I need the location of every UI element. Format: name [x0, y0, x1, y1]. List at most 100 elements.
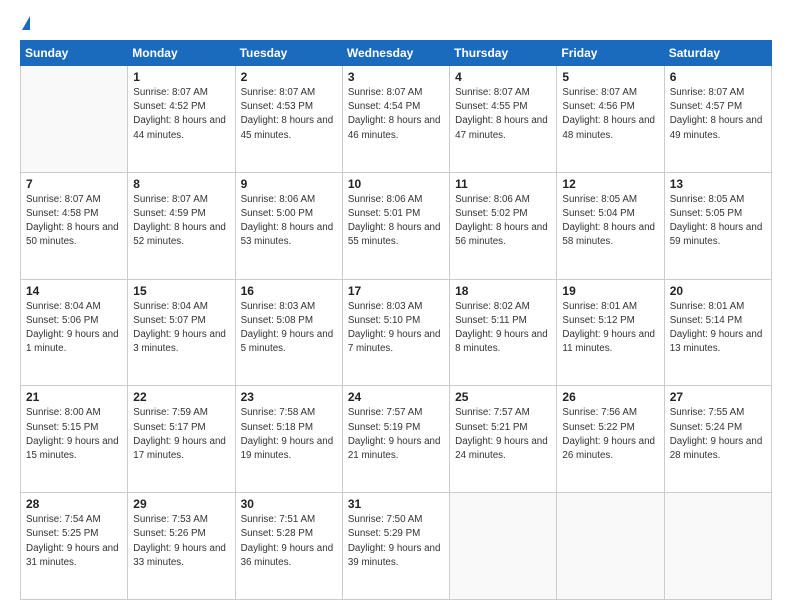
- week-row-1: 1 Sunrise: 8:07 AMSunset: 4:52 PMDaylight…: [21, 66, 772, 173]
- day-number: 19: [562, 284, 658, 298]
- col-wednesday: Wednesday: [342, 41, 449, 66]
- day-number: 20: [670, 284, 766, 298]
- day-detail: Sunrise: 8:00 AMSunset: 5:15 PMDaylight:…: [26, 406, 122, 463]
- day-detail: Sunrise: 8:07 AMSunset: 4:54 PMDaylight:…: [348, 86, 444, 143]
- day-detail: Sunrise: 8:07 AMSunset: 4:53 PMDaylight:…: [241, 86, 337, 143]
- day-detail: Sunrise: 8:04 AMSunset: 5:06 PMDaylight:…: [26, 300, 122, 357]
- day-number: 3: [348, 70, 444, 84]
- day-number: 8: [133, 177, 229, 191]
- day-cell: 17Sunrise: 8:03 AMSunset: 5:10 PMDayligh…: [342, 279, 449, 386]
- logo-triangle-icon: [22, 16, 30, 30]
- week-row-2: 7Sunrise: 8:07 AMSunset: 4:58 PMDaylight…: [21, 172, 772, 279]
- day-cell: 31 Sunrise: 7:50 AMSunset: 5:29 PMDayligh…: [342, 493, 449, 600]
- day-cell: [557, 493, 664, 600]
- day-number: 27: [670, 390, 766, 404]
- day-cell: 23Sunrise: 7:58 AMSunset: 5:18 PMDayligh…: [235, 386, 342, 493]
- day-detail: Sunrise: 8:01 AMSunset: 5:12 PMDaylight:…: [562, 300, 658, 357]
- day-number: 24: [348, 390, 444, 404]
- day-cell: 24 Sunrise: 7:57 AMSunset: 5:19 PMDayligh…: [342, 386, 449, 493]
- day-detail: Sunrise: 7:51 AMSunset: 5:28 PMDaylight:…: [241, 513, 337, 570]
- day-number: 25: [455, 390, 551, 404]
- day-detail: Sunrise: 8:07 AMSunset: 4:58 PMDaylight:…: [26, 193, 122, 250]
- header: [20, 16, 772, 30]
- day-cell: 18 Sunrise: 8:02 AMSunset: 5:11 PMDayligh…: [450, 279, 557, 386]
- day-detail: Sunrise: 7:55 AMSunset: 5:24 PMDaylight:…: [670, 406, 766, 463]
- day-cell: 26 Sunrise: 7:56 AMSunset: 5:22 PMDayligh…: [557, 386, 664, 493]
- week-row-5: 28Sunrise: 7:54 AMSunset: 5:25 PMDayligh…: [21, 493, 772, 600]
- day-detail: Sunrise: 8:07 AMSunset: 4:56 PMDaylight:…: [562, 86, 658, 143]
- day-number: 14: [26, 284, 122, 298]
- day-number: 12: [562, 177, 658, 191]
- day-cell: [450, 493, 557, 600]
- day-number: 1: [133, 70, 229, 84]
- day-number: 16: [241, 284, 337, 298]
- day-detail: Sunrise: 7:53 AMSunset: 5:26 PMDaylight:…: [133, 513, 229, 570]
- day-detail: Sunrise: 8:07 AMSunset: 4:59 PMDaylight:…: [133, 193, 229, 250]
- day-detail: Sunrise: 8:03 AMSunset: 5:08 PMDaylight:…: [241, 300, 337, 357]
- day-cell: 4 Sunrise: 8:07 AMSunset: 4:55 PMDaylight…: [450, 66, 557, 173]
- day-number: 30: [241, 497, 337, 511]
- col-monday: Monday: [128, 41, 235, 66]
- day-cell: 8 Sunrise: 8:07 AMSunset: 4:59 PMDaylight…: [128, 172, 235, 279]
- day-cell: 12 Sunrise: 8:05 AMSunset: 5:04 PMDayligh…: [557, 172, 664, 279]
- day-number: 2: [241, 70, 337, 84]
- col-sunday: Sunday: [21, 41, 128, 66]
- day-detail: Sunrise: 8:07 AMSunset: 4:55 PMDaylight:…: [455, 86, 551, 143]
- day-detail: Sunrise: 8:07 AMSunset: 4:52 PMDaylight:…: [133, 86, 229, 143]
- day-detail: Sunrise: 7:58 AMSunset: 5:18 PMDaylight:…: [241, 406, 337, 463]
- day-detail: Sunrise: 8:04 AMSunset: 5:07 PMDaylight:…: [133, 300, 229, 357]
- day-number: 26: [562, 390, 658, 404]
- page: Sunday Monday Tuesday Wednesday Thursday…: [0, 0, 792, 612]
- day-cell: 1 Sunrise: 8:07 AMSunset: 4:52 PMDaylight…: [128, 66, 235, 173]
- day-cell: 6 Sunrise: 8:07 AMSunset: 4:57 PMDaylight…: [664, 66, 771, 173]
- day-number: 28: [26, 497, 122, 511]
- week-row-3: 14 Sunrise: 8:04 AMSunset: 5:06 PMDayligh…: [21, 279, 772, 386]
- day-number: 21: [26, 390, 122, 404]
- calendar-table: Sunday Monday Tuesday Wednesday Thursday…: [20, 40, 772, 600]
- day-number: 13: [670, 177, 766, 191]
- day-detail: Sunrise: 8:01 AMSunset: 5:14 PMDaylight:…: [670, 300, 766, 357]
- day-cell: 28Sunrise: 7:54 AMSunset: 5:25 PMDayligh…: [21, 493, 128, 600]
- day-number: 22: [133, 390, 229, 404]
- day-cell: 2 Sunrise: 8:07 AMSunset: 4:53 PMDaylight…: [235, 66, 342, 173]
- day-cell: 9 Sunrise: 8:06 AMSunset: 5:00 PMDaylight…: [235, 172, 342, 279]
- day-detail: Sunrise: 7:57 AMSunset: 5:19 PMDaylight:…: [348, 406, 444, 463]
- day-cell: 22 Sunrise: 7:59 AMSunset: 5:17 PMDayligh…: [128, 386, 235, 493]
- day-detail: Sunrise: 7:50 AMSunset: 5:29 PMDaylight:…: [348, 513, 444, 570]
- col-thursday: Thursday: [450, 41, 557, 66]
- day-cell: 5 Sunrise: 8:07 AMSunset: 4:56 PMDaylight…: [557, 66, 664, 173]
- day-number: 4: [455, 70, 551, 84]
- day-number: 5: [562, 70, 658, 84]
- day-detail: Sunrise: 8:06 AMSunset: 5:00 PMDaylight:…: [241, 193, 337, 250]
- day-cell: 20 Sunrise: 8:01 AMSunset: 5:14 PMDayligh…: [664, 279, 771, 386]
- day-cell: 21 Sunrise: 8:00 AMSunset: 5:15 PMDayligh…: [21, 386, 128, 493]
- day-cell: 16 Sunrise: 8:03 AMSunset: 5:08 PMDayligh…: [235, 279, 342, 386]
- day-number: 18: [455, 284, 551, 298]
- day-cell: 29 Sunrise: 7:53 AMSunset: 5:26 PMDayligh…: [128, 493, 235, 600]
- day-number: 9: [241, 177, 337, 191]
- day-number: 31: [348, 497, 444, 511]
- day-cell: 27 Sunrise: 7:55 AMSunset: 5:24 PMDayligh…: [664, 386, 771, 493]
- day-detail: Sunrise: 8:02 AMSunset: 5:11 PMDaylight:…: [455, 300, 551, 357]
- day-cell: 10 Sunrise: 8:06 AMSunset: 5:01 PMDayligh…: [342, 172, 449, 279]
- day-detail: Sunrise: 7:59 AMSunset: 5:17 PMDaylight:…: [133, 406, 229, 463]
- day-detail: Sunrise: 7:57 AMSunset: 5:21 PMDaylight:…: [455, 406, 551, 463]
- header-row: Sunday Monday Tuesday Wednesday Thursday…: [21, 41, 772, 66]
- col-saturday: Saturday: [664, 41, 771, 66]
- day-number: 10: [348, 177, 444, 191]
- day-cell: [21, 66, 128, 173]
- calendar-body: 1 Sunrise: 8:07 AMSunset: 4:52 PMDaylight…: [21, 66, 772, 600]
- day-cell: 13Sunrise: 8:05 AMSunset: 5:05 PMDayligh…: [664, 172, 771, 279]
- day-detail: Sunrise: 8:05 AMSunset: 5:04 PMDaylight:…: [562, 193, 658, 250]
- day-cell: 25 Sunrise: 7:57 AMSunset: 5:21 PMDayligh…: [450, 386, 557, 493]
- day-detail: Sunrise: 7:56 AMSunset: 5:22 PMDaylight:…: [562, 406, 658, 463]
- day-number: 11: [455, 177, 551, 191]
- day-detail: Sunrise: 8:06 AMSunset: 5:01 PMDaylight:…: [348, 193, 444, 250]
- day-cell: 7Sunrise: 8:07 AMSunset: 4:58 PMDaylight…: [21, 172, 128, 279]
- day-cell: 30 Sunrise: 7:51 AMSunset: 5:28 PMDayligh…: [235, 493, 342, 600]
- week-row-4: 21 Sunrise: 8:00 AMSunset: 5:15 PMDayligh…: [21, 386, 772, 493]
- day-number: 17: [348, 284, 444, 298]
- day-detail: Sunrise: 8:07 AMSunset: 4:57 PMDaylight:…: [670, 86, 766, 143]
- day-number: 29: [133, 497, 229, 511]
- day-number: 6: [670, 70, 766, 84]
